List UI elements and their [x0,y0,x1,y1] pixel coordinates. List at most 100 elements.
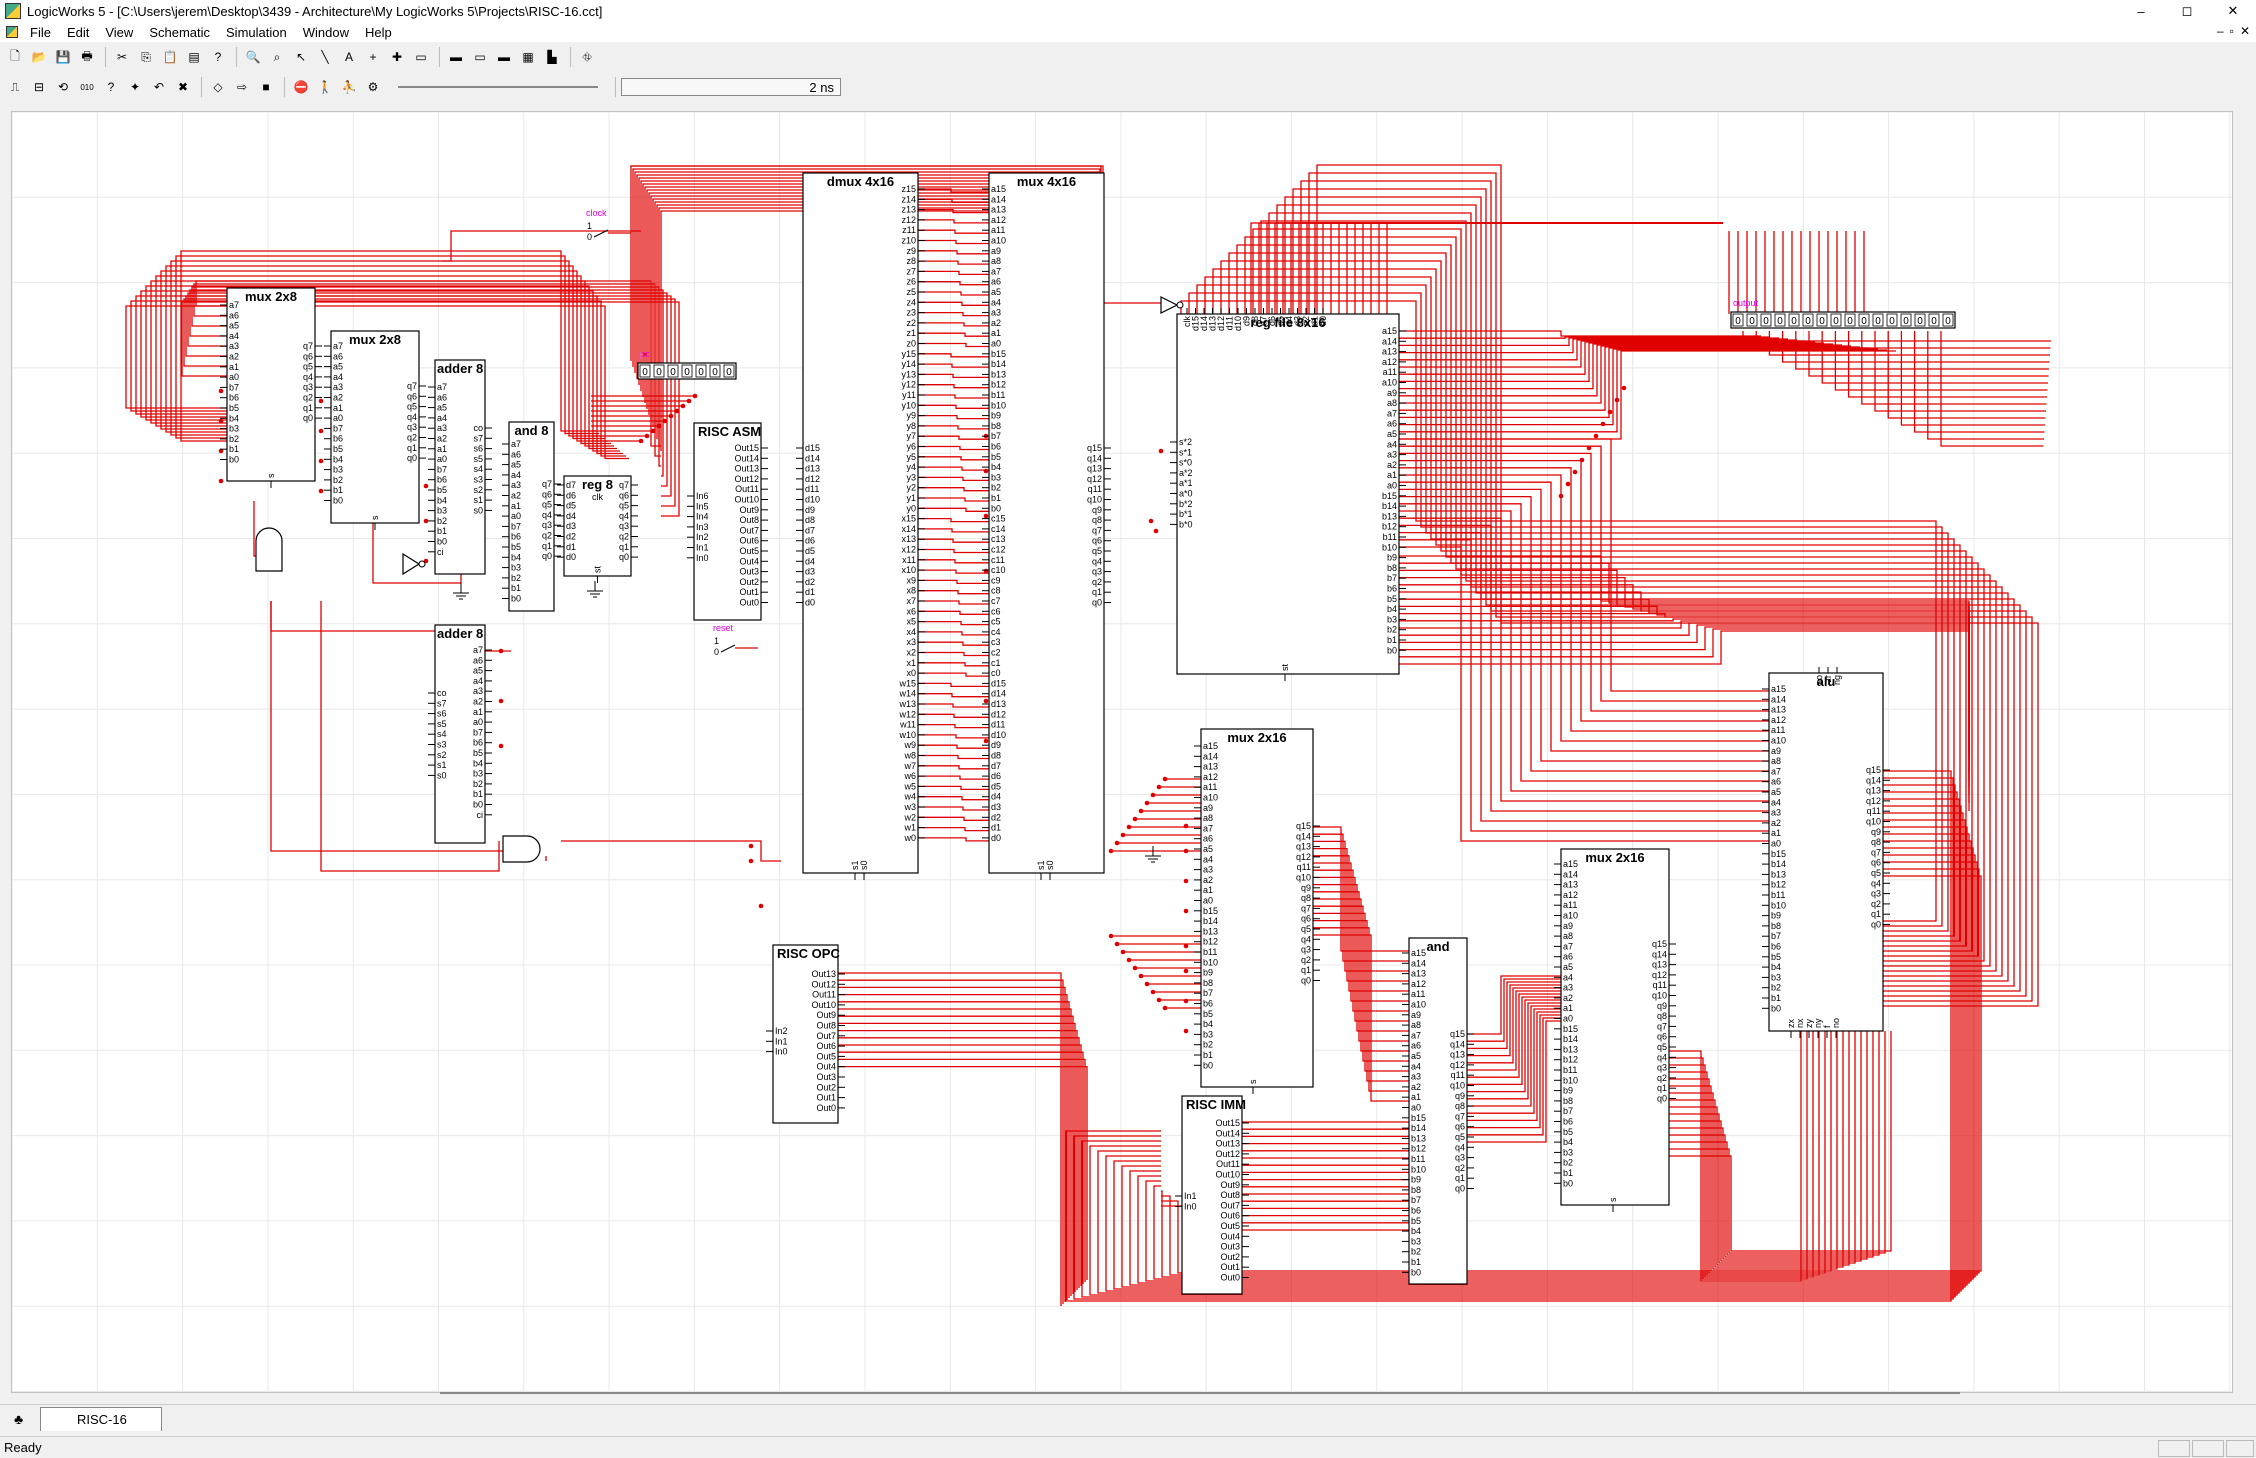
menu-schematic[interactable]: Schematic [141,25,218,40]
gate-body[interactable] [255,527,283,572]
menu-edit[interactable]: Edit [59,25,97,40]
crosshair-icon[interactable]: + [362,46,384,68]
component-body[interactable] [226,287,316,482]
regfile-component[interactable]: reg file 8x16s*2s*1s*0a*2a*1a*0b*2b*1b*0… [1170,308,1406,681]
pin-label: w11 [899,720,916,730]
run-fast-icon[interactable]: ⛹ [338,76,360,98]
inverter-gate[interactable] [402,552,426,576]
and16-component[interactable]: anda15a14a13a12a11a10a9a8a7a6a5a4a3a2a1a… [1402,937,1474,1285]
and-gate[interactable] [502,835,541,863]
panel4-icon[interactable]: ▬ [493,46,515,68]
risc-imm-component[interactable]: RISC IMMIn1In0Out15Out14Out13Out12Out11O… [1175,1095,1249,1295]
paste-icon[interactable]: 📋 [159,46,181,68]
zoom-icon[interactable]: 🔍 [242,46,264,68]
settings-icon[interactable]: ⚙ [362,76,384,98]
horizontal-scrollbar[interactable] [440,1392,1960,1394]
stop-icon[interactable]: ■ [255,76,277,98]
walk-icon[interactable]: 🚶 [314,76,336,98]
binary-icon[interactable]: 010 [76,76,98,98]
mux2x16-mid-component[interactable]: mux 2x16 a15a14a13a12a11a10a9a8a7a6a5a4a3… [1194,728,1320,1094]
wire-icon[interactable]: ╲ [314,46,336,68]
gate-body[interactable] [502,835,541,863]
query-icon[interactable]: ? [100,76,122,98]
reset-switch[interactable]: reset 10 [713,623,758,657]
maximize-button[interactable]: ◻ [2164,0,2210,22]
component-body[interactable] [988,172,1105,874]
doc-close-button[interactable]: ✕ [2240,24,2250,38]
switch-lever[interactable] [720,644,736,653]
adder-bot-component[interactable]: adder 8 cos7s6s5s4s3s2s1s0 a7a6a5a4a3a2a1a… [428,624,492,844]
copy-icon[interactable]: ⎘ [135,46,157,68]
reset-icon[interactable]: ⛔ [290,76,312,98]
clipboard-icon[interactable]: ▤ [183,46,205,68]
minimize-button[interactable]: – [2118,0,2164,22]
pin-label: a3 [1411,1072,1421,1082]
add-icon[interactable]: ✚ [386,46,408,68]
timing-icon[interactable]: ⎍ [4,76,26,98]
risc-opc-component[interactable]: RISC OPCIn2In1In0Out13Out12Out11Out10Out… [766,944,845,1124]
open-icon[interactable]: 📂 [28,46,50,68]
spark-icon[interactable]: ✦ [124,76,146,98]
print-icon[interactable]: 🖶 [76,46,98,68]
dmux-component[interactable]: dmux 4x16d15d14d13d12d11d10d9d8d7d6d5d4d… [796,172,925,880]
run-icon[interactable]: ⇨ [231,76,253,98]
tab-risc-16[interactable]: RISC-16 [40,1407,162,1431]
menu-window[interactable]: Window [295,25,357,40]
clock-switch[interactable]: clock 10 [586,208,631,242]
step-icon[interactable]: ◇ [207,76,229,98]
menu-help[interactable]: Help [357,25,400,40]
simulation-speed-slider[interactable] [398,86,598,88]
panel-icon[interactable]: ▭ [410,46,432,68]
pin-label: q8 [1092,515,1102,525]
close-button[interactable]: ✕ [2210,0,2256,22]
mux2x16-right-component[interactable]: mux 2x16 a15a14a13a12a11a10a9a8a7a6a5a4a3… [1554,848,1676,1212]
help-icon[interactable]: ? [207,46,229,68]
mux-a-component[interactable]: mux 2x8 a7a6a5a4a3a2a1a0b7b6b5b4b3b2b1b0 q… [220,287,322,488]
pin-label: q6 [303,351,313,361]
menu-simulation[interactable]: Simulation [218,25,295,40]
save-icon[interactable]: 💾 [52,46,74,68]
and-gate[interactable] [255,527,283,572]
alu-component[interactable]: alua15a14a13a12a11a10a9a8a7a6a5a4a3a2a1a… [1762,667,1890,1038]
magnify-icon[interactable]: ⌕ [266,46,288,68]
doc-restore-button[interactable]: ▫ [2230,24,2234,38]
text-icon[interactable]: A [338,46,360,68]
wire [918,260,989,265]
reg8-component[interactable]: reg 8 d7d6d5d4d3d2d1d0 q7q6q5q4q3q2q1q0 clk… [557,475,638,583]
menu-file[interactable]: File [22,25,59,40]
bar-chart-icon[interactable]: ▙ [541,46,563,68]
gate-body[interactable] [1160,296,1179,314]
component-title: mux 2x8 [245,289,297,304]
chip-icon[interactable]: ▦ [517,46,539,68]
cut-icon[interactable]: ✂ [111,46,133,68]
component-body[interactable] [1768,672,1884,1032]
schematic-drawing[interactable]: mux 2x8a7a6a5a4a3a2a1a0b7b6b5b4b3b2b1b0q… [12,112,2233,1393]
probe-icon[interactable]: ⊟ [28,76,50,98]
and8-component[interactable]: and 8a7a6a5a4a3a2a1a0b7b6b5b4b3b2b1b0q7q… [502,421,561,612]
undo-icon[interactable]: ↶ [148,76,170,98]
component-body[interactable] [1176,313,1400,675]
new-icon[interactable]: 🗋 [4,46,26,68]
mux-b-component[interactable]: mux 2x8 a7a6a5a4a3a2a1a0b7b6b5b4b3b2b1b0 q… [324,330,426,530]
clock-icon[interactable]: ⟲ [52,76,74,98]
network-icon[interactable]: ⛗ [576,46,598,68]
adder-top-component[interactable]: adder 8a7a6a5a4a3a2a1a0b7b6b5b4b3b2b1b0c… [428,359,492,575]
risc-asm-component[interactable]: RISC ASMIn6In5In4In3In2In1In0Out15Out14O… [687,422,768,621]
delete-icon[interactable]: ✖ [172,76,194,98]
pointer-icon[interactable]: ↖ [290,46,312,68]
vertical-scrollbar[interactable] [2233,111,2256,1393]
document-icon[interactable] [6,26,18,38]
doc-minimize-button[interactable]: – [2217,24,2224,38]
display-digit: 0 [1945,316,1951,327]
mux4-component[interactable]: mux 4x16 a15a14a13a12a11a10a9a8a7a6a5a4a3… [982,172,1111,880]
pin-label: x4 [906,627,916,637]
menu-view[interactable]: View [97,25,141,40]
pin-label: q5 [1871,868,1881,878]
schematic-canvas[interactable]: mux 2x8 a7 a6 a5 a4 a3 a2 a1 a0 b7 b6 b5 b4 b3 b2 b1 b0 q… [11,111,2233,1393]
gate-body[interactable] [402,552,421,576]
panel3-icon[interactable]: ▭ [469,46,491,68]
panel2-icon[interactable]: ▬ [445,46,467,68]
wire [1399,531,1771,822]
inverter-gate[interactable] [1160,296,1184,314]
component-body[interactable] [330,330,420,524]
